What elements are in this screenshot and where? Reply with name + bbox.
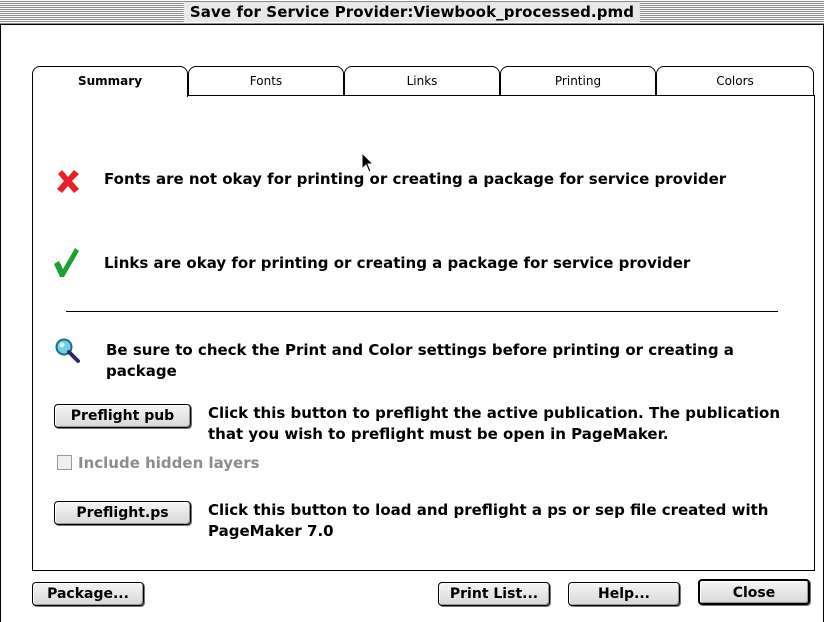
tab-printing[interactable]: Printing (500, 66, 656, 96)
tab-links[interactable]: Links (344, 66, 500, 96)
tab-summary[interactable]: Summary (32, 66, 188, 97)
tab-fonts[interactable]: Fonts (188, 66, 344, 96)
links-status-text: Links are okay for printing or creating … (104, 254, 691, 272)
help-button[interactable]: Help... (568, 582, 680, 606)
include-hidden-layers-label: Include hidden layers (78, 454, 260, 472)
print-list-button[interactable]: Print List... (438, 582, 550, 606)
package-button[interactable]: Package... (32, 582, 144, 606)
fonts-status-text: Fonts are not okay for printing or creat… (104, 170, 727, 188)
preflight-pub-button[interactable]: Preflight pub (54, 404, 191, 428)
section-divider (66, 311, 778, 312)
title-bar[interactable]: Save for Service Provider:Viewbook_proce… (0, 0, 824, 25)
mouse-cursor-icon (361, 152, 375, 173)
tab-colors[interactable]: Colors (656, 66, 814, 96)
window-title: Save for Service Provider:Viewbook_proce… (183, 2, 641, 22)
include-hidden-layers-row[interactable]: Include hidden layers (57, 454, 260, 472)
settings-note-text: Be sure to check the Print and Color set… (106, 341, 734, 380)
green-check-icon (54, 248, 79, 277)
magnifier-icon (55, 338, 80, 363)
preflight-ps-button[interactable]: Preflight.ps (54, 501, 191, 525)
tab-bar: Summary Fonts Links Printing Colors (32, 66, 814, 97)
close-button[interactable]: Close (698, 579, 810, 605)
include-hidden-layers-checkbox[interactable] (57, 455, 72, 470)
red-x-icon (57, 170, 79, 193)
preflight-pub-description: Click this button to preflight the activ… (208, 404, 781, 443)
preflight-ps-description: Click this button to load and preflight … (208, 501, 769, 540)
